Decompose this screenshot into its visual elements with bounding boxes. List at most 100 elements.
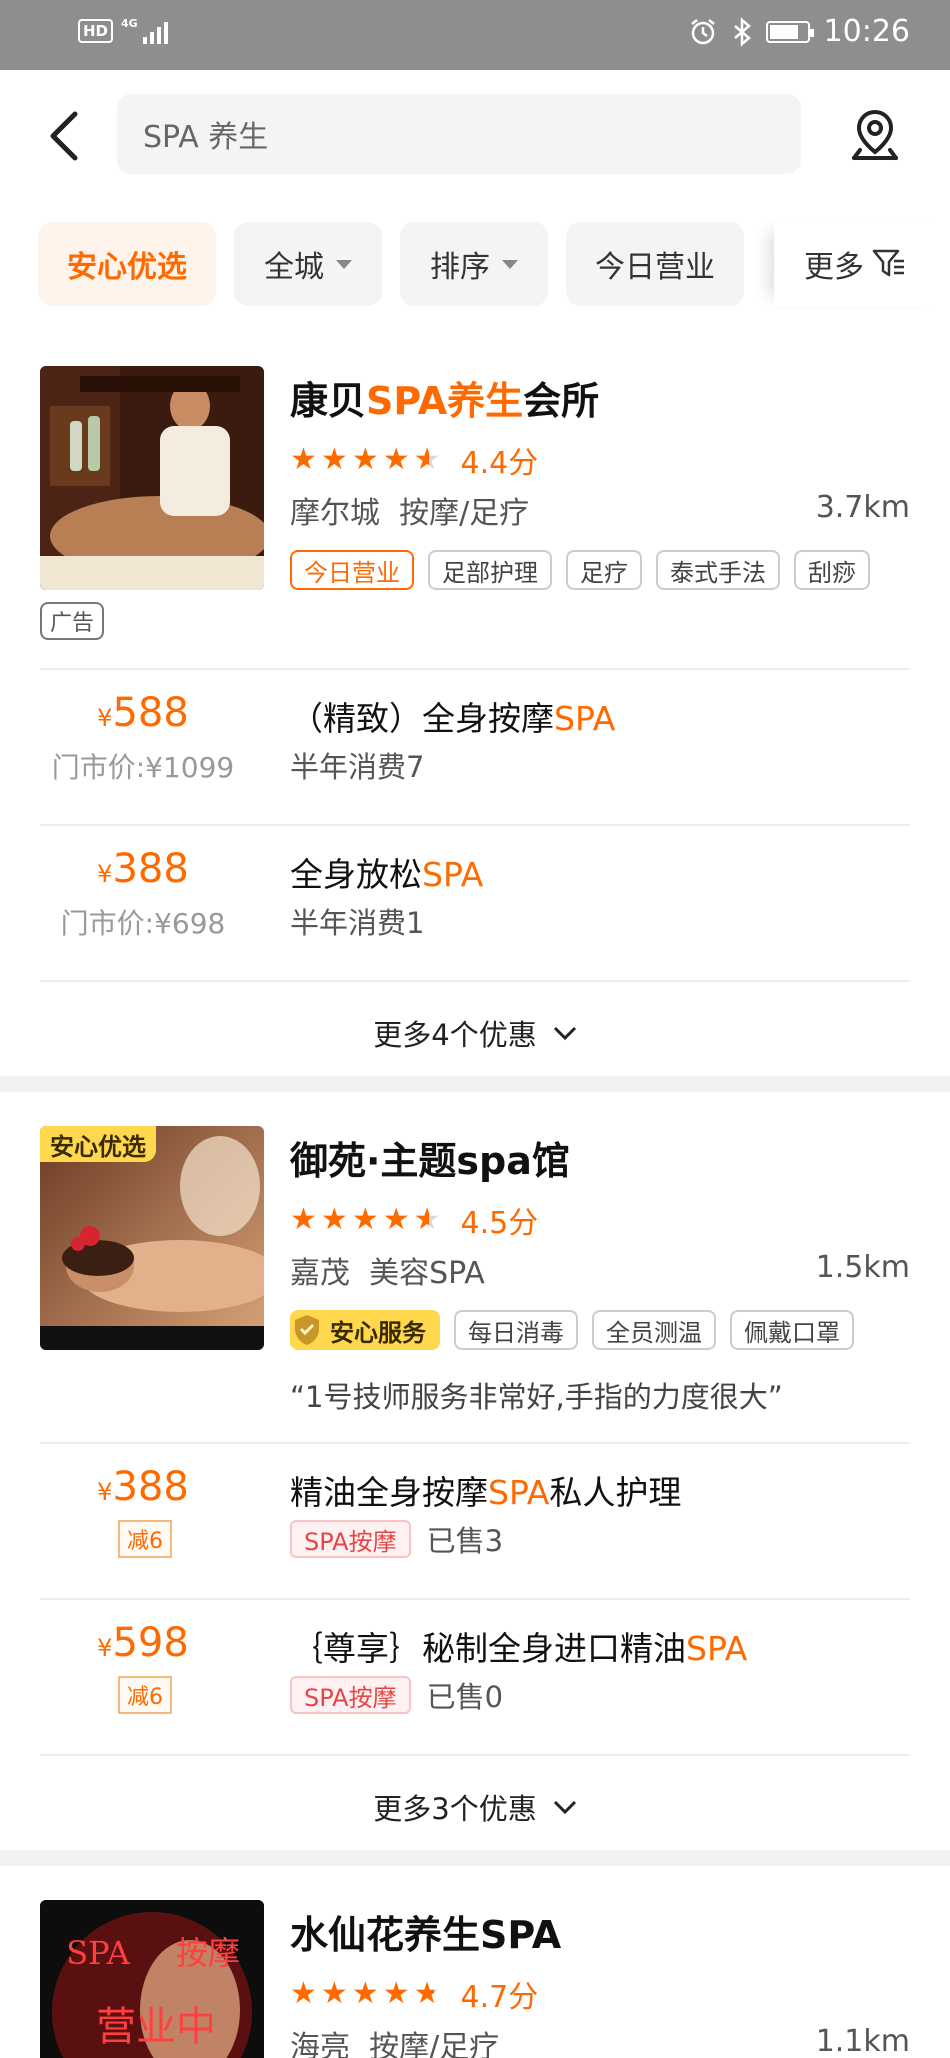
shop-distance: 1.1km (815, 2024, 910, 2058)
deal-title: ｛尊享｝秘制全身进口精油SPA (290, 1629, 748, 1668)
discount-badge: 减6 (118, 1520, 172, 1558)
shop-category: 按摩/足疗 (399, 496, 530, 531)
shop-tag: 足疗 (566, 550, 642, 590)
shop-image: 安心优选 (40, 1126, 264, 1350)
shop-distance: 1.5km (815, 1250, 910, 1285)
review-quote: “1号技师服务非常好,手指的力度很大” (290, 1380, 783, 1414)
divider (40, 1598, 910, 1600)
shop-tag: 佩戴口罩 (730, 1310, 854, 1350)
tag-open-today: 今日营业 (290, 550, 414, 590)
hd-badge: HD (78, 19, 114, 43)
star-icon: ★ (320, 442, 348, 477)
half-star-icon: ★ (413, 1202, 441, 1237)
rating: ★ ★ ★ ★ ★ 4.5分 (290, 1198, 538, 1242)
deal-category-tag: SPA按摩 (290, 1520, 411, 1558)
filter-sort[interactable]: 排序 (400, 222, 548, 306)
star-icon: ★ (382, 442, 410, 477)
shop-tag: 全员测温 (592, 1310, 716, 1350)
back-arrow-icon (50, 111, 78, 161)
shop-meta: 海亮 按摩/足疗 (290, 2022, 499, 2058)
half-star-icon: ★ (413, 1976, 441, 2011)
section-gap (0, 1850, 950, 1866)
star-icon: ★ (320, 1976, 348, 2011)
star-icon: ★ (382, 1202, 410, 1237)
rating-score: 4.7分 (460, 1980, 539, 2015)
shop-card[interactable]: 安心优选 御苑·主题spa馆 ★ ★ ★ ★ ★ 4.5分 嘉茂 美容SPA 1… (0, 1126, 950, 1850)
search-input[interactable]: SPA 养生 (117, 94, 801, 174)
filter-icon (872, 249, 904, 277)
rating: ★ ★ ★ ★ ★ 4.4分 (290, 438, 538, 482)
divider (40, 668, 910, 670)
divider (40, 1754, 910, 1756)
shop-name[interactable]: 水仙花养生SPA (290, 1904, 561, 1959)
more-deals-button[interactable]: 更多4个优惠 (0, 1012, 950, 1054)
deal-meta: SPA按摩 已售3 (290, 1518, 503, 1560)
divider (40, 980, 910, 982)
search-header: SPA 养生 (0, 70, 950, 200)
shop-tag: 刮痧 (794, 550, 870, 590)
shop-image (40, 366, 264, 590)
deal-title: 精油全身按摩SPA私人护理 (290, 1473, 682, 1512)
deal-sold: 已售3 (426, 1524, 504, 1558)
star-icon: ★ (382, 1976, 410, 2011)
deal-price: ¥388 (97, 846, 189, 892)
caret-down-icon (336, 259, 352, 269)
star-icon: ★ (351, 442, 379, 477)
half-star-icon: ★ (413, 442, 441, 477)
filter-more[interactable]: 更多 (774, 222, 950, 306)
ad-badge: 广告 (40, 602, 105, 640)
deal-category-tag: SPA按摩 (290, 1676, 411, 1714)
star-icon: ★ (351, 1976, 379, 2011)
rating-score: 4.4分 (460, 446, 539, 481)
more-deals-button[interactable]: 更多3个优惠 (0, 1786, 950, 1828)
back-button[interactable] (36, 106, 92, 166)
bluetooth-icon (733, 16, 751, 47)
deal-price: ¥598 (97, 1620, 189, 1666)
section-gap (0, 1076, 950, 1092)
image-text: SPA (66, 1934, 131, 1972)
shop-meta: 嘉茂 美容SPA (290, 1248, 485, 1292)
star-icon: ★ (290, 1202, 317, 1237)
rating-score: 4.5分 (460, 1206, 539, 1241)
alarm-icon (690, 18, 715, 44)
shop-card[interactable]: 康贝SPA养生会所 ★ ★ ★ ★ ★ 4.4分 摩尔城 按摩/足疗 3.7km… (0, 366, 950, 1072)
shop-name[interactable]: 御苑·主题spa馆 (290, 1130, 570, 1185)
shop-category: 按摩/足疗 (369, 2030, 500, 2058)
caret-down-icon (502, 259, 518, 269)
image-text: 按摩 (176, 1934, 240, 1972)
deal-sales: 半年消费1 (290, 906, 425, 940)
chevron-down-icon (553, 1026, 576, 1041)
deal-price: ¥388 (97, 1464, 189, 1510)
image-text: 营业中 (96, 2004, 216, 2050)
anxin-youxuan-badge: 安心优选 (40, 1126, 156, 1162)
shop-tag: 泰式手法 (656, 550, 780, 590)
chevron-down-icon (553, 1800, 576, 1815)
deal-sales: 半年消费7 (290, 750, 425, 784)
shop-image: SPA 按摩 营业中 (40, 1900, 264, 2058)
filter-open-today[interactable]: 今日营业 (566, 222, 744, 306)
shop-area: 嘉茂 (290, 1256, 350, 1291)
shop-name[interactable]: 康贝SPA养生会所 (290, 370, 599, 425)
deal-original-price: 门市价:¥698 (60, 907, 226, 940)
shop-area: 海亮 (290, 2030, 350, 2058)
deal-price: ¥588 (97, 690, 189, 736)
shop-card[interactable]: SPA 按摩 营业中 水仙花养生SPA ★ ★ ★ ★ ★ 4.7分 海亮 按摩… (0, 1900, 950, 2058)
filter-anxin-youxuan[interactable]: 安心优选 (38, 222, 216, 306)
shield-icon (295, 1315, 319, 1345)
location-button[interactable] (840, 100, 910, 170)
filter-bar: 安心优选 全城 排序 今日营业 更多 (0, 220, 950, 310)
star-icon: ★ (290, 442, 317, 477)
deal-original-price: 门市价:¥1099 (51, 751, 235, 784)
shop-meta: 摩尔城 按摩/足疗 (290, 488, 529, 532)
shop-category: 美容SPA (369, 1256, 485, 1291)
battery-icon (765, 20, 814, 43)
deal-title: （精致）全身按摩SPA (290, 699, 616, 738)
filter-city[interactable]: 全城 (234, 222, 382, 306)
shop-tags: 今日营业 足部护理 足疗 泰式手法 刮痧 (290, 550, 870, 590)
map-pin-icon (852, 109, 898, 160)
deal-meta: SPA按摩 已售0 (290, 1674, 503, 1716)
anxin-service-badge: 安心服务 (290, 1310, 440, 1350)
rating: ★ ★ ★ ★ ★ 4.7分 (290, 1972, 538, 2016)
discount-badge: 减6 (118, 1676, 172, 1714)
divider (40, 1442, 910, 1444)
